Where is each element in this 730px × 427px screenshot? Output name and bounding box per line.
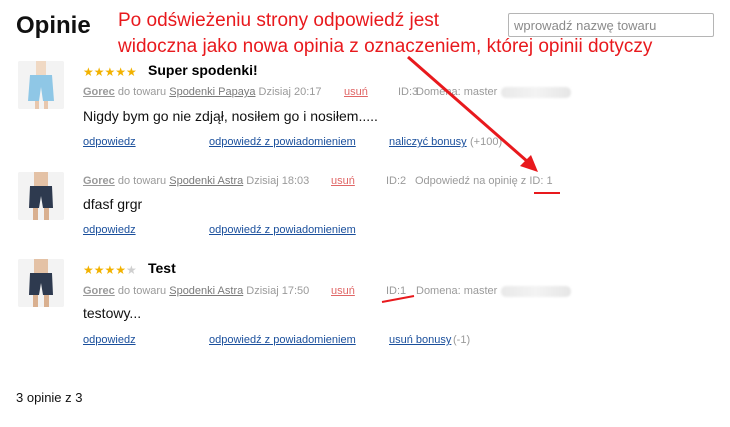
review-date: Dzisiaj 18:03 <box>246 175 310 187</box>
redacted-domain <box>501 286 571 297</box>
arrow-head-icon <box>520 155 538 172</box>
review-text: dfasf grgr <box>83 196 143 212</box>
author-link[interactable]: Gorec <box>83 86 115 98</box>
bonus-link[interactable]: naliczyć bonusy <box>389 136 467 148</box>
product-thumbnail[interactable] <box>18 61 64 109</box>
bonus-link[interactable]: usuń bonusy <box>389 334 451 346</box>
star-icon: ★★★★ <box>83 263 127 277</box>
product-link[interactable]: Spodenki Papaya <box>169 86 255 98</box>
product-thumbnail[interactable] <box>18 259 64 307</box>
delete-link[interactable]: usuń <box>331 175 355 187</box>
reply-link[interactable]: odpowiedz <box>83 136 136 148</box>
product-thumbnail[interactable] <box>18 172 64 220</box>
reply-link[interactable]: odpowiedz <box>83 224 136 236</box>
pagination-count: 3 opinie z 3 <box>16 390 83 405</box>
review-extra: Domena: master <box>416 86 498 98</box>
bonus-note: (+100) <box>470 136 503 148</box>
annotation-line-2: widoczna jako nowa opinia z oznaczeniem,… <box>118 36 653 57</box>
review-text: testowy... <box>83 305 142 321</box>
reply-notify-link[interactable]: odpowiedź z powiadomieniem <box>209 334 356 346</box>
delete-link[interactable]: usuń <box>331 285 355 297</box>
review-id: ID:2 <box>386 175 407 187</box>
annotation-line-1: Po odświeżeniu strony odpowiedź jest <box>118 10 440 31</box>
rating-stars: ★★★★★ <box>83 263 137 277</box>
review-text: Nigdy bym go nie zdjął, nosiłem go i nos… <box>83 108 378 124</box>
redacted-domain <box>501 87 571 98</box>
page-title: Opinie <box>16 12 91 39</box>
review-title: Test <box>148 260 176 276</box>
star-icon: ★ <box>126 263 137 277</box>
review-date: Dzisiaj 20:17 <box>258 86 322 98</box>
product-prefix: do towaru <box>117 86 167 98</box>
bonus-note: (-1) <box>453 334 471 346</box>
author-link[interactable]: Gorec <box>83 175 115 187</box>
review-id: ID:1 <box>386 285 407 297</box>
product-prefix: do towaru <box>117 285 167 297</box>
reply-notify-link[interactable]: odpowiedź z powiadomieniem <box>209 224 356 236</box>
author-link[interactable]: Gorec <box>83 285 115 297</box>
review-extra: Odpowiedź na opinię z ID: 1 <box>415 175 553 187</box>
review-meta: Gorec do towaru Spodenki Papaya Dzisiaj … <box>83 86 723 98</box>
reply-link[interactable]: odpowiedz <box>83 334 136 346</box>
product-link[interactable]: Spodenki Astra <box>169 285 243 297</box>
review-extra: Domena: master <box>416 285 498 297</box>
product-prefix: do towaru <box>117 175 167 187</box>
annotation-text: Po odświeżeniu strony odpowiedź jest wid… <box>118 8 708 60</box>
delete-link[interactable]: usuń <box>344 86 368 98</box>
review-meta: Gorec do towaru Spodenki Astra Dzisiaj 1… <box>83 285 723 297</box>
star-icon: ★★★★★ <box>83 65 137 79</box>
review-title: Super spodenki! <box>148 62 258 78</box>
product-link[interactable]: Spodenki Astra <box>169 175 243 187</box>
review-meta: Gorec do towaru Spodenki Astra Dzisiaj 1… <box>83 175 723 187</box>
reply-notify-link[interactable]: odpowiedź z powiadomieniem <box>209 136 356 148</box>
rating-stars: ★★★★★ <box>83 65 137 79</box>
review-date: Dzisiaj 17:50 <box>246 285 310 297</box>
